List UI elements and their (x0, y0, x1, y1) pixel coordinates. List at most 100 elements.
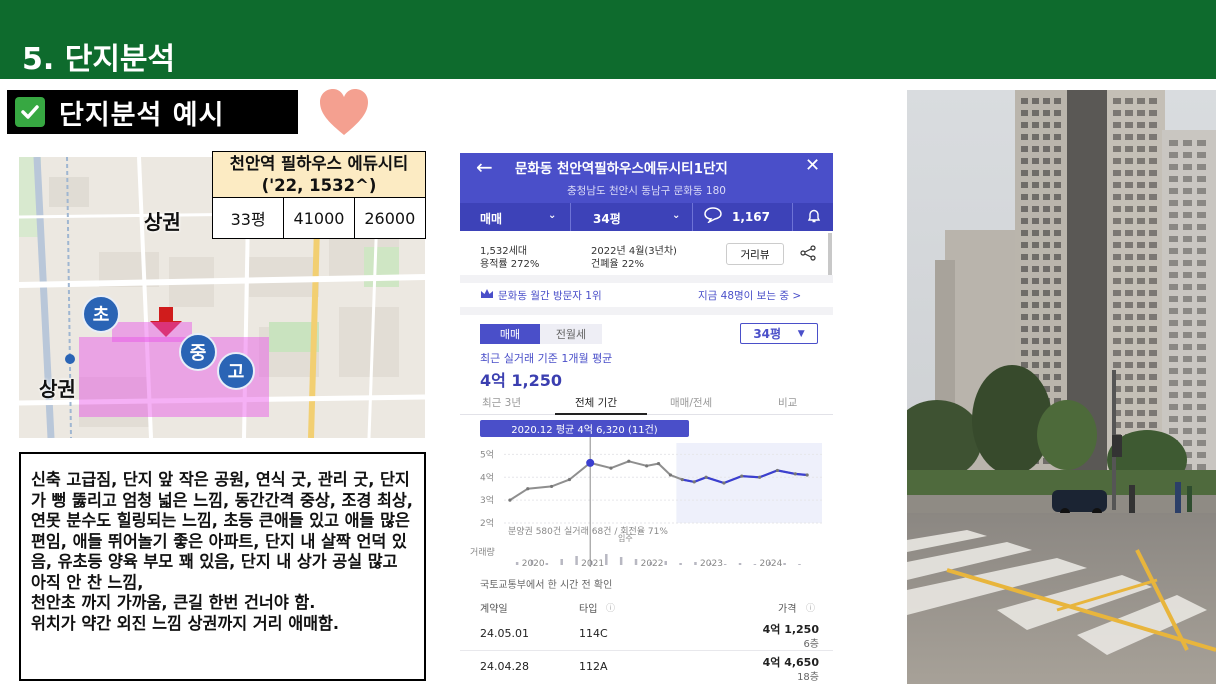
table-row[interactable]: 24.05.01 114C 4억 1,250 6층 (460, 613, 833, 650)
real-estate-app-screenshot: ← 문화동 천안역필하우스에듀시티1단지 ✕ 충청남도 천안시 동남구 문화동 … (460, 153, 833, 684)
subtitle-text: 단지분석 예시 (59, 99, 225, 131)
chart-data-point (793, 472, 797, 476)
header-divider (0, 79, 1216, 81)
complex-name: 천안역 필하우스 에듀시티 (229, 154, 409, 173)
chart-data-point (549, 484, 554, 489)
elementary-school-marker: 초 (82, 295, 120, 333)
heart-icon (320, 89, 368, 135)
period-tab-sale-jeonse[interactable]: 매매/전세 (670, 395, 712, 410)
chart-data-point (680, 477, 684, 482)
move-in-label: 입주 (618, 534, 633, 543)
chart-volume-bar (515, 562, 519, 565)
average-price: 4억 1,250 (480, 371, 563, 390)
chart-data-point (656, 461, 661, 466)
table-row[interactable]: 24.04.28 112A 4억 4,650 18층 (460, 651, 833, 684)
comment-count: 1,167 (732, 210, 770, 224)
chart-data-point (757, 475, 762, 479)
trade-type-filter[interactable]: 매매 (480, 210, 502, 227)
chart-data-point (740, 474, 744, 478)
chart-data-point (722, 481, 726, 485)
chart-volume-bar (545, 563, 549, 565)
chart-data-point (775, 468, 780, 473)
slide-title: 5. 단지분석 (22, 42, 176, 77)
scrollbar[interactable] (828, 233, 832, 277)
chart-volume-bar (783, 563, 786, 565)
chevron-down-icon[interactable]: ⌄ (672, 210, 680, 221)
high-school-marker: 고 (217, 352, 255, 390)
app-complex-title: 문화동 천안역필하우스에듀시티1단지 (515, 161, 728, 177)
chart-y-tick-label: 3억 (480, 494, 494, 506)
chart-data-point (704, 475, 708, 479)
chart-data-point (805, 473, 809, 477)
chart-x-tick-label: 2021 (581, 559, 604, 567)
price-caption: 최근 실거래 기준 1개월 평균 (480, 352, 613, 365)
chart-volume-bar (605, 554, 608, 565)
chart-data-point (692, 480, 696, 484)
chart-data-point (609, 466, 613, 470)
chart-volume-bar (798, 564, 801, 565)
street-view-button[interactable]: 거리뷰 (726, 243, 784, 265)
row-floor: 18층 (797, 672, 819, 683)
chart-volume-bar (753, 564, 757, 565)
chart-volume-bar (575, 556, 578, 565)
crown-icon (480, 288, 494, 302)
section-divider (460, 307, 833, 315)
chart-volume-bar (634, 559, 638, 565)
floor-area-ratio-text: 용적률 272% (480, 259, 540, 270)
row-type: 114C (579, 627, 608, 640)
tab-sale[interactable]: 매매 (480, 324, 540, 344)
comment-icon[interactable] (704, 207, 722, 226)
complex-area-highlight-extension (112, 322, 192, 342)
source-note: 국토교통부에서 한 시간 전 확인 (480, 580, 613, 591)
row-date: 24.05.01 (480, 627, 529, 640)
apartment-photo (907, 90, 1216, 684)
back-arrow-icon[interactable]: ← (476, 155, 493, 179)
period-tab-all[interactable]: 전체 기간 (575, 395, 617, 410)
chart-y-tick-label: 4억 (480, 471, 494, 483)
middle-school-marker: 중 (179, 333, 217, 371)
chart-x-tick-label: 2020 (522, 559, 545, 567)
bell-icon[interactable] (806, 208, 822, 227)
tab-rent[interactable]: 전월세 (540, 324, 602, 344)
chart-volume-bar (694, 562, 697, 565)
size-dropdown[interactable]: 34평 ▼ (740, 323, 818, 344)
complex-info-header: 천안역 필하우스 에듀시티 ('22, 1532^) (213, 152, 425, 198)
visitor-banner[interactable]: 문화동 월간 방문자 1위 지금 48명이 보는 중 > (460, 283, 833, 307)
share-icon[interactable] (800, 245, 816, 265)
chart-y-tick-label: 5억 (480, 448, 494, 460)
chart-data-point (567, 477, 571, 482)
chart-recent-shade (676, 443, 822, 523)
price-chart[interactable]: 5억 4억 3억 2억 2020 2021 2022 2023 2024 (460, 437, 833, 567)
chevron-down-icon[interactable]: ⌄ (548, 210, 556, 221)
chart-data-point (508, 498, 512, 502)
chart-volume-bar (560, 559, 563, 565)
volume-label: 거래량 (470, 548, 495, 558)
chart-data-point (668, 473, 673, 477)
subtitle-box: 단지분석 예시 (7, 90, 298, 134)
chart-data-point (645, 464, 649, 468)
app-header: ← 문화동 천안역필하우스에듀시티1단지 ✕ 충청남도 천안시 동남구 문화동 … (460, 153, 833, 231)
apartment-photo-illustration (907, 90, 1216, 684)
complex-info-row: 33평 41000 26000 (213, 198, 425, 238)
period-tab-3y[interactable]: 최근 3년 (482, 395, 521, 410)
chart-volume-bar (619, 557, 623, 565)
sale-price-cell: 41000 (284, 198, 355, 238)
row-type: 112A (579, 660, 608, 673)
chart-tooltip: 2020.12 평균 4억 6,320 (11건) (480, 420, 689, 437)
section-divider (460, 275, 833, 283)
map-label-commercial-top: 상권 (144, 210, 181, 234)
checkbox-icon (15, 97, 45, 127)
period-tab-compare[interactable]: 비교 (778, 395, 797, 410)
description-box: 신축 고급짐, 단지 앞 작은 공원, 연식 굿, 관리 굿, 단지가 뻥 뚫리… (19, 452, 426, 681)
row-floor: 6층 (803, 639, 819, 650)
app-filter-bar: 매매 ⌄ 34평 ⌄ 1,167 (460, 203, 833, 231)
map-label-commercial-left: 상권 (39, 377, 76, 401)
chart-highlight-point (586, 458, 595, 467)
jeonse-price-cell: 26000 (364, 208, 416, 228)
close-icon[interactable]: ✕ (805, 155, 820, 176)
size-filter[interactable]: 34평 (593, 210, 621, 227)
chart-volume-bar (664, 561, 667, 565)
coverage-ratio-text: 건폐율 22% (591, 259, 645, 270)
chart-data-point (627, 459, 631, 463)
chart-y-tick-label: 2억 (480, 517, 494, 529)
